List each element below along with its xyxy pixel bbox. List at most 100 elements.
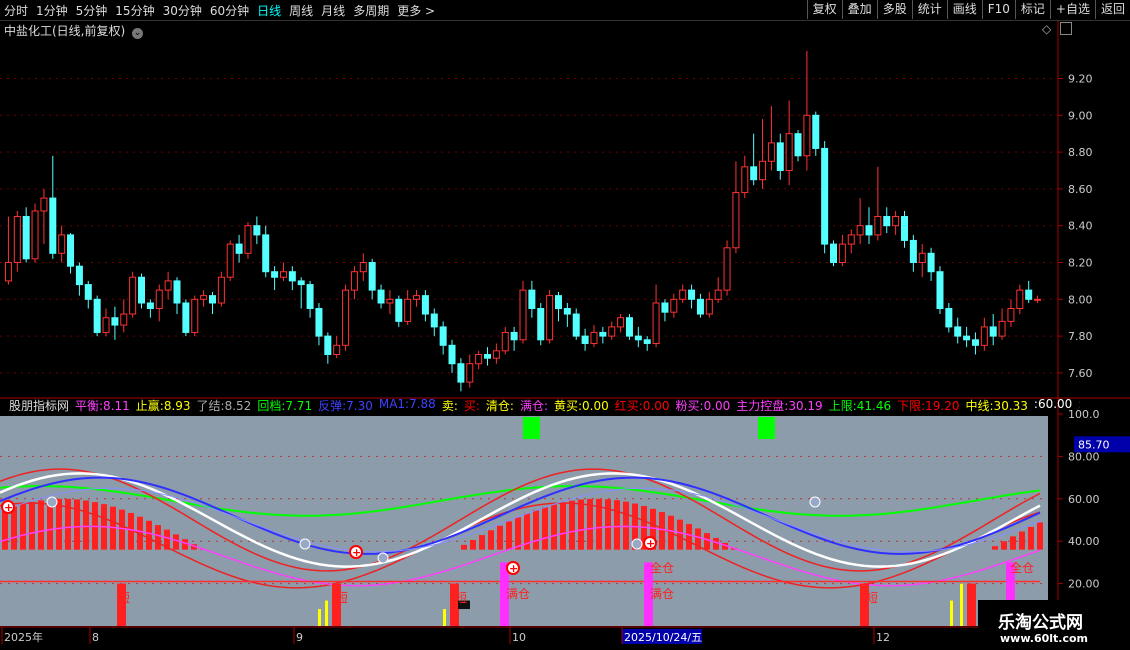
tool-button[interactable]: 多股 xyxy=(876,0,912,19)
candle-body xyxy=(741,166,749,194)
candle-body xyxy=(909,239,917,264)
candle-body xyxy=(883,216,891,227)
candle-body xyxy=(226,243,234,278)
tool-button[interactable]: F10 xyxy=(981,0,1015,19)
date-label: 2025年 xyxy=(4,630,43,644)
candle-body xyxy=(608,326,616,337)
period-tab[interactable]: 60分钟 xyxy=(210,2,249,19)
indicator-name[interactable]: 股朋指标网 xyxy=(9,397,69,413)
price-tick-label: 8.00 xyxy=(1068,293,1093,306)
histogram-bar xyxy=(677,519,683,550)
period-toolbar: 分时 1分钟 5分钟 15分钟 30分钟 60分钟 日线 周线 月线 多周期 更多 > 复权 叠加 多股… xyxy=(0,0,1130,21)
period-tab[interactable]: 日线 xyxy=(257,2,281,19)
candle-body xyxy=(625,317,633,337)
histogram-bar xyxy=(29,501,35,550)
candle-body xyxy=(599,331,607,337)
candle-body xyxy=(688,289,696,300)
sell-signal-icon xyxy=(631,538,643,550)
tool-button[interactable]: 返回 xyxy=(1094,0,1130,19)
price-tick-label: 8.20 xyxy=(1068,257,1093,270)
candle-body xyxy=(812,114,820,149)
period-tab[interactable]: 15分钟 xyxy=(115,2,154,19)
candle-body xyxy=(4,262,12,282)
tool-button[interactable]: 叠加 xyxy=(841,0,877,19)
date-label: 2025/10/24/五 xyxy=(624,631,702,644)
signal-tag: 短 xyxy=(336,591,348,605)
candle-body xyxy=(865,225,873,236)
candle-body xyxy=(634,335,642,341)
candle-body xyxy=(546,295,554,341)
candle-body xyxy=(759,160,767,181)
period-tab[interactable]: 分时 xyxy=(4,2,28,19)
candle-body xyxy=(572,313,580,337)
signal-tag: 短 xyxy=(455,591,467,605)
candle-body xyxy=(643,339,651,344)
indicator-value: 下限:19.20 xyxy=(897,399,960,413)
candle-body xyxy=(377,289,385,304)
chevron-down-icon[interactable]: ⌄ xyxy=(132,28,144,39)
candle-body xyxy=(794,133,802,157)
candle-body xyxy=(617,317,625,328)
watermark-url: www.60lt.com xyxy=(1000,632,1089,645)
period-tab[interactable]: 1分钟 xyxy=(36,2,68,19)
plus-icon: + xyxy=(4,501,13,514)
candle-body xyxy=(395,298,403,322)
current-value-label: 85.70 xyxy=(1078,438,1110,451)
sell-signal-icon xyxy=(299,538,311,550)
candle-body xyxy=(652,302,660,344)
period-tab[interactable]: 更多 > xyxy=(397,2,435,19)
candle-body xyxy=(129,276,137,315)
candle-body xyxy=(40,197,48,212)
candle-body xyxy=(75,265,83,286)
candle-body xyxy=(217,276,225,304)
histogram-bar xyxy=(1037,522,1043,550)
tool-button[interactable]: 画线 xyxy=(946,0,982,19)
candle-body xyxy=(324,335,332,356)
histogram-bar xyxy=(173,534,179,550)
histogram-bar xyxy=(146,520,152,550)
tool-button[interactable]: +自选 xyxy=(1049,0,1095,19)
period-tab[interactable]: 月线 xyxy=(321,2,345,19)
candle-body xyxy=(421,295,429,315)
histogram-bar xyxy=(1028,526,1034,550)
candle-body xyxy=(102,317,110,333)
period-tab[interactable]: 30分钟 xyxy=(163,2,202,19)
watermark-logo: 乐淘公式网 www.60lt.com xyxy=(978,600,1130,650)
candle-body xyxy=(439,326,447,346)
candlestick-series xyxy=(4,50,1042,392)
candle-body xyxy=(49,197,57,254)
indicator-tick-label: 80.00 xyxy=(1068,450,1100,463)
price-tick-label: 8.80 xyxy=(1068,146,1093,159)
diamond-icon[interactable]: ◇ xyxy=(1042,22,1051,36)
candle-body xyxy=(262,234,270,273)
candle-body xyxy=(173,280,181,304)
candle-body xyxy=(297,280,305,286)
chart-title[interactable]: 中盐化工(日线,前复权) ⌄ xyxy=(4,22,144,39)
candle-body xyxy=(945,308,953,328)
candle-body xyxy=(430,313,438,328)
candle-body xyxy=(413,295,421,300)
candle-body xyxy=(776,142,784,171)
yellow-bar xyxy=(325,600,328,626)
tool-button[interactable]: 复权 xyxy=(806,0,842,19)
histogram-bar xyxy=(470,539,476,550)
indicator-value: 上限:41.46 xyxy=(828,399,892,413)
candle-body xyxy=(528,289,536,310)
candle-body xyxy=(315,308,323,337)
histogram-bar xyxy=(506,521,512,550)
indicator-value: 回档:7.71 xyxy=(257,399,313,413)
tool-button[interactable]: 统计 xyxy=(911,0,947,19)
candle-body xyxy=(58,234,66,254)
panel-toggle-icon[interactable] xyxy=(1060,22,1072,35)
candle-body xyxy=(448,344,456,365)
indicator-value: 中线:30.33 xyxy=(965,399,1028,413)
tool-button[interactable]: 标记 xyxy=(1014,0,1050,19)
yellow-bar xyxy=(950,600,953,626)
histogram-bar xyxy=(2,509,8,550)
period-tab[interactable]: 多周期 xyxy=(353,2,389,19)
candle-body xyxy=(120,313,128,326)
indicator-value: 满仓: xyxy=(519,399,548,413)
period-tab[interactable]: 5分钟 xyxy=(76,2,108,19)
period-tab[interactable]: 周线 xyxy=(289,2,313,19)
candle-body xyxy=(980,326,988,346)
